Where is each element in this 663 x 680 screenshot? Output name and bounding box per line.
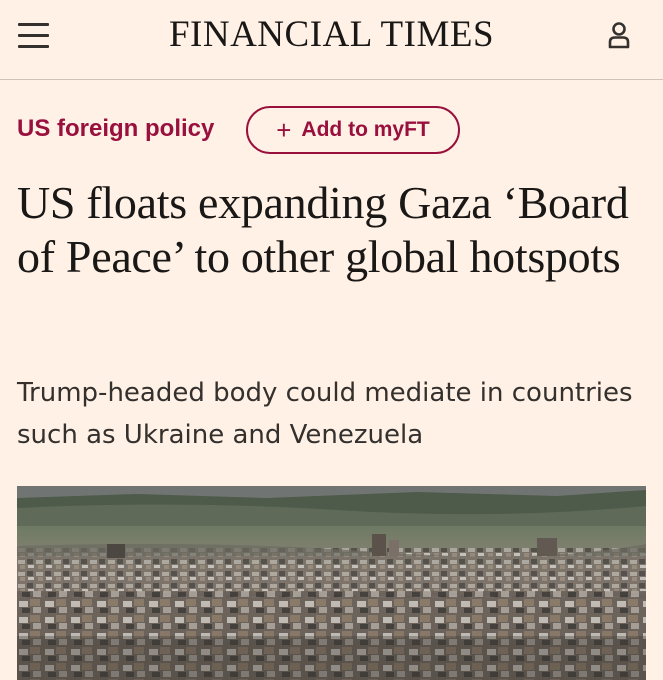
- plus-icon: +: [276, 115, 292, 145]
- site-header: FINANCIAL TIMES: [0, 0, 663, 80]
- user-account-icon: [608, 22, 630, 49]
- topic-link[interactable]: US foreign policy: [17, 114, 214, 144]
- add-to-myft-label: Add to myFT: [301, 118, 430, 141]
- hero-image: [17, 486, 646, 680]
- article-standfirst: Trump-headed body could mediate in count…: [17, 378, 633, 450]
- article-headline: US floats expanding Gaza ‘Board of Peace…: [17, 177, 629, 282]
- masthead-logo[interactable]: FINANCIAL TIMES: [0, 15, 663, 55]
- add-to-myft-button[interactable]: + Add to myFT: [246, 106, 460, 154]
- account-button[interactable]: [604, 20, 634, 50]
